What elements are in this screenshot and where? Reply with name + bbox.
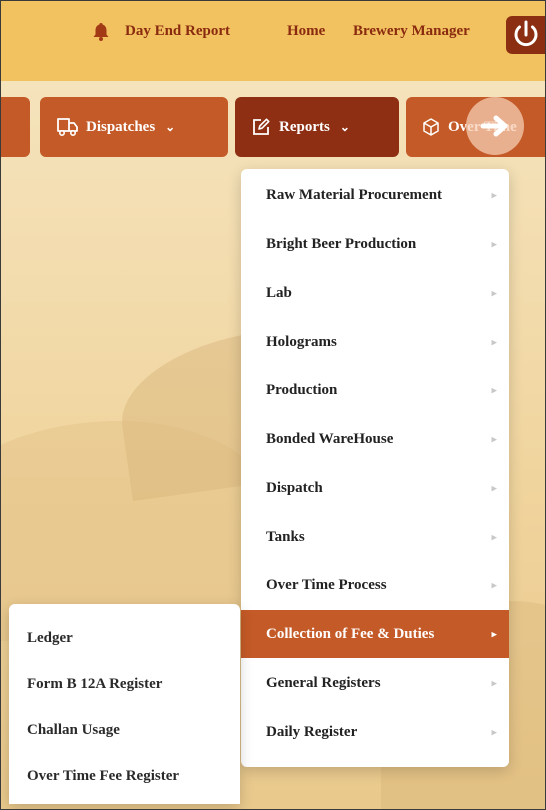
chevron-down-icon: ⌄ (165, 119, 176, 134)
menu-tab-label: Reports (279, 118, 330, 135)
chevron-right-icon: ▸ (491, 677, 497, 690)
report-item-raw-material-procurement[interactable]: Raw Material Procurement ▸ (241, 171, 509, 219)
menu-item-label: Bonded WareHouse (266, 430, 394, 447)
submenu-item-over-time-fee-register[interactable]: Over Time Fee Register (9, 753, 240, 799)
chevron-right-icon: ▸ (491, 531, 497, 544)
chevron-down-icon: ⌄ (339, 119, 350, 134)
chevron-right-icon: ▸ (491, 628, 497, 641)
menu-tab-previous[interactable] (1, 97, 30, 157)
day-end-report-link[interactable]: Day End Report (125, 23, 230, 40)
home-link[interactable]: Home (287, 23, 325, 40)
chevron-right-icon: ▸ (491, 238, 497, 251)
bell-icon[interactable] (93, 23, 109, 41)
app-window: Day End Report Home Brewery Manager Disp… (0, 0, 546, 810)
submenu-item-form-b-12a-register[interactable]: Form B 12A Register (9, 661, 240, 707)
chevron-right-icon: ▸ (491, 579, 497, 592)
menu-item-label: Bright Beer Production (266, 235, 417, 252)
report-item-dispatch[interactable]: Dispatch ▸ (241, 464, 509, 512)
chevron-right-icon: ▸ (491, 384, 497, 397)
scroll-right-button[interactable] (466, 97, 524, 155)
chevron-right-icon: ▸ (491, 433, 497, 446)
power-icon (514, 20, 538, 47)
report-item-general-registers[interactable]: General Registers ▸ (241, 659, 509, 707)
reports-dropdown: Raw Material Procurement ▸ Bright Beer Pr… (241, 169, 509, 767)
menu-item-label: Raw Material Procurement (266, 186, 443, 203)
edit-report-icon (253, 118, 270, 135)
fee-duties-submenu: Ledger Form B 12A Register Challan Usage… (9, 604, 240, 804)
menu-tab-reports[interactable]: Reports ⌄ (235, 97, 399, 157)
report-item-holograms[interactable]: Holograms ▸ (241, 318, 509, 366)
menu-item-label: Dispatch (266, 479, 323, 496)
chevron-right-icon: ▸ (491, 189, 497, 202)
box-icon (423, 118, 439, 136)
menu-tab-dispatches[interactable]: Dispatches ⌄ (40, 97, 228, 157)
report-item-production[interactable]: Production ▸ (241, 366, 509, 414)
menu-item-label: Holograms (266, 333, 337, 350)
menu-tab-label: Dispatches (86, 118, 156, 135)
menu-item-label: Collection of Fee & Duties (266, 625, 435, 642)
report-item-collection-of-fee-duties[interactable]: Collection of Fee & Duties ▸ (241, 610, 509, 658)
menu-item-label: Over Time Process (266, 576, 387, 593)
report-item-over-time-process[interactable]: Over Time Process ▸ (241, 561, 509, 609)
menu-item-label: Production (266, 381, 338, 398)
report-item-tanks[interactable]: Tanks ▸ (241, 513, 509, 561)
chevron-right-icon: ▸ (491, 336, 497, 349)
report-item-daily-register[interactable]: Daily Register ▸ (241, 708, 509, 756)
truck-icon (57, 118, 78, 137)
menu-item-label: General Registers (266, 674, 381, 691)
submenu-item-ledger[interactable]: Ledger (9, 615, 240, 661)
menu-item-label: Lab (266, 284, 292, 301)
chevron-right-icon: ▸ (491, 726, 497, 739)
brewery-manager-link[interactable]: Brewery Manager (353, 23, 470, 40)
top-header: Day End Report Home Brewery Manager (1, 1, 545, 81)
report-item-bonded-warehouse[interactable]: Bonded WareHouse ▸ (241, 415, 509, 463)
main-menu-bar: Dispatches ⌄ Reports ⌄ Over Time (1, 97, 545, 159)
submenu-item-challan-usage[interactable]: Challan Usage (9, 707, 240, 753)
chevron-right-icon: ▸ (491, 287, 497, 300)
report-item-bright-beer-production[interactable]: Bright Beer Production ▸ (241, 220, 509, 268)
menu-item-label: Tanks (266, 528, 305, 545)
chevron-right-icon: ▸ (491, 482, 497, 495)
arrow-right-icon (480, 115, 508, 137)
logout-button[interactable] (506, 16, 545, 54)
menu-item-label: Daily Register (266, 723, 358, 740)
report-item-lab[interactable]: Lab ▸ (241, 269, 509, 317)
